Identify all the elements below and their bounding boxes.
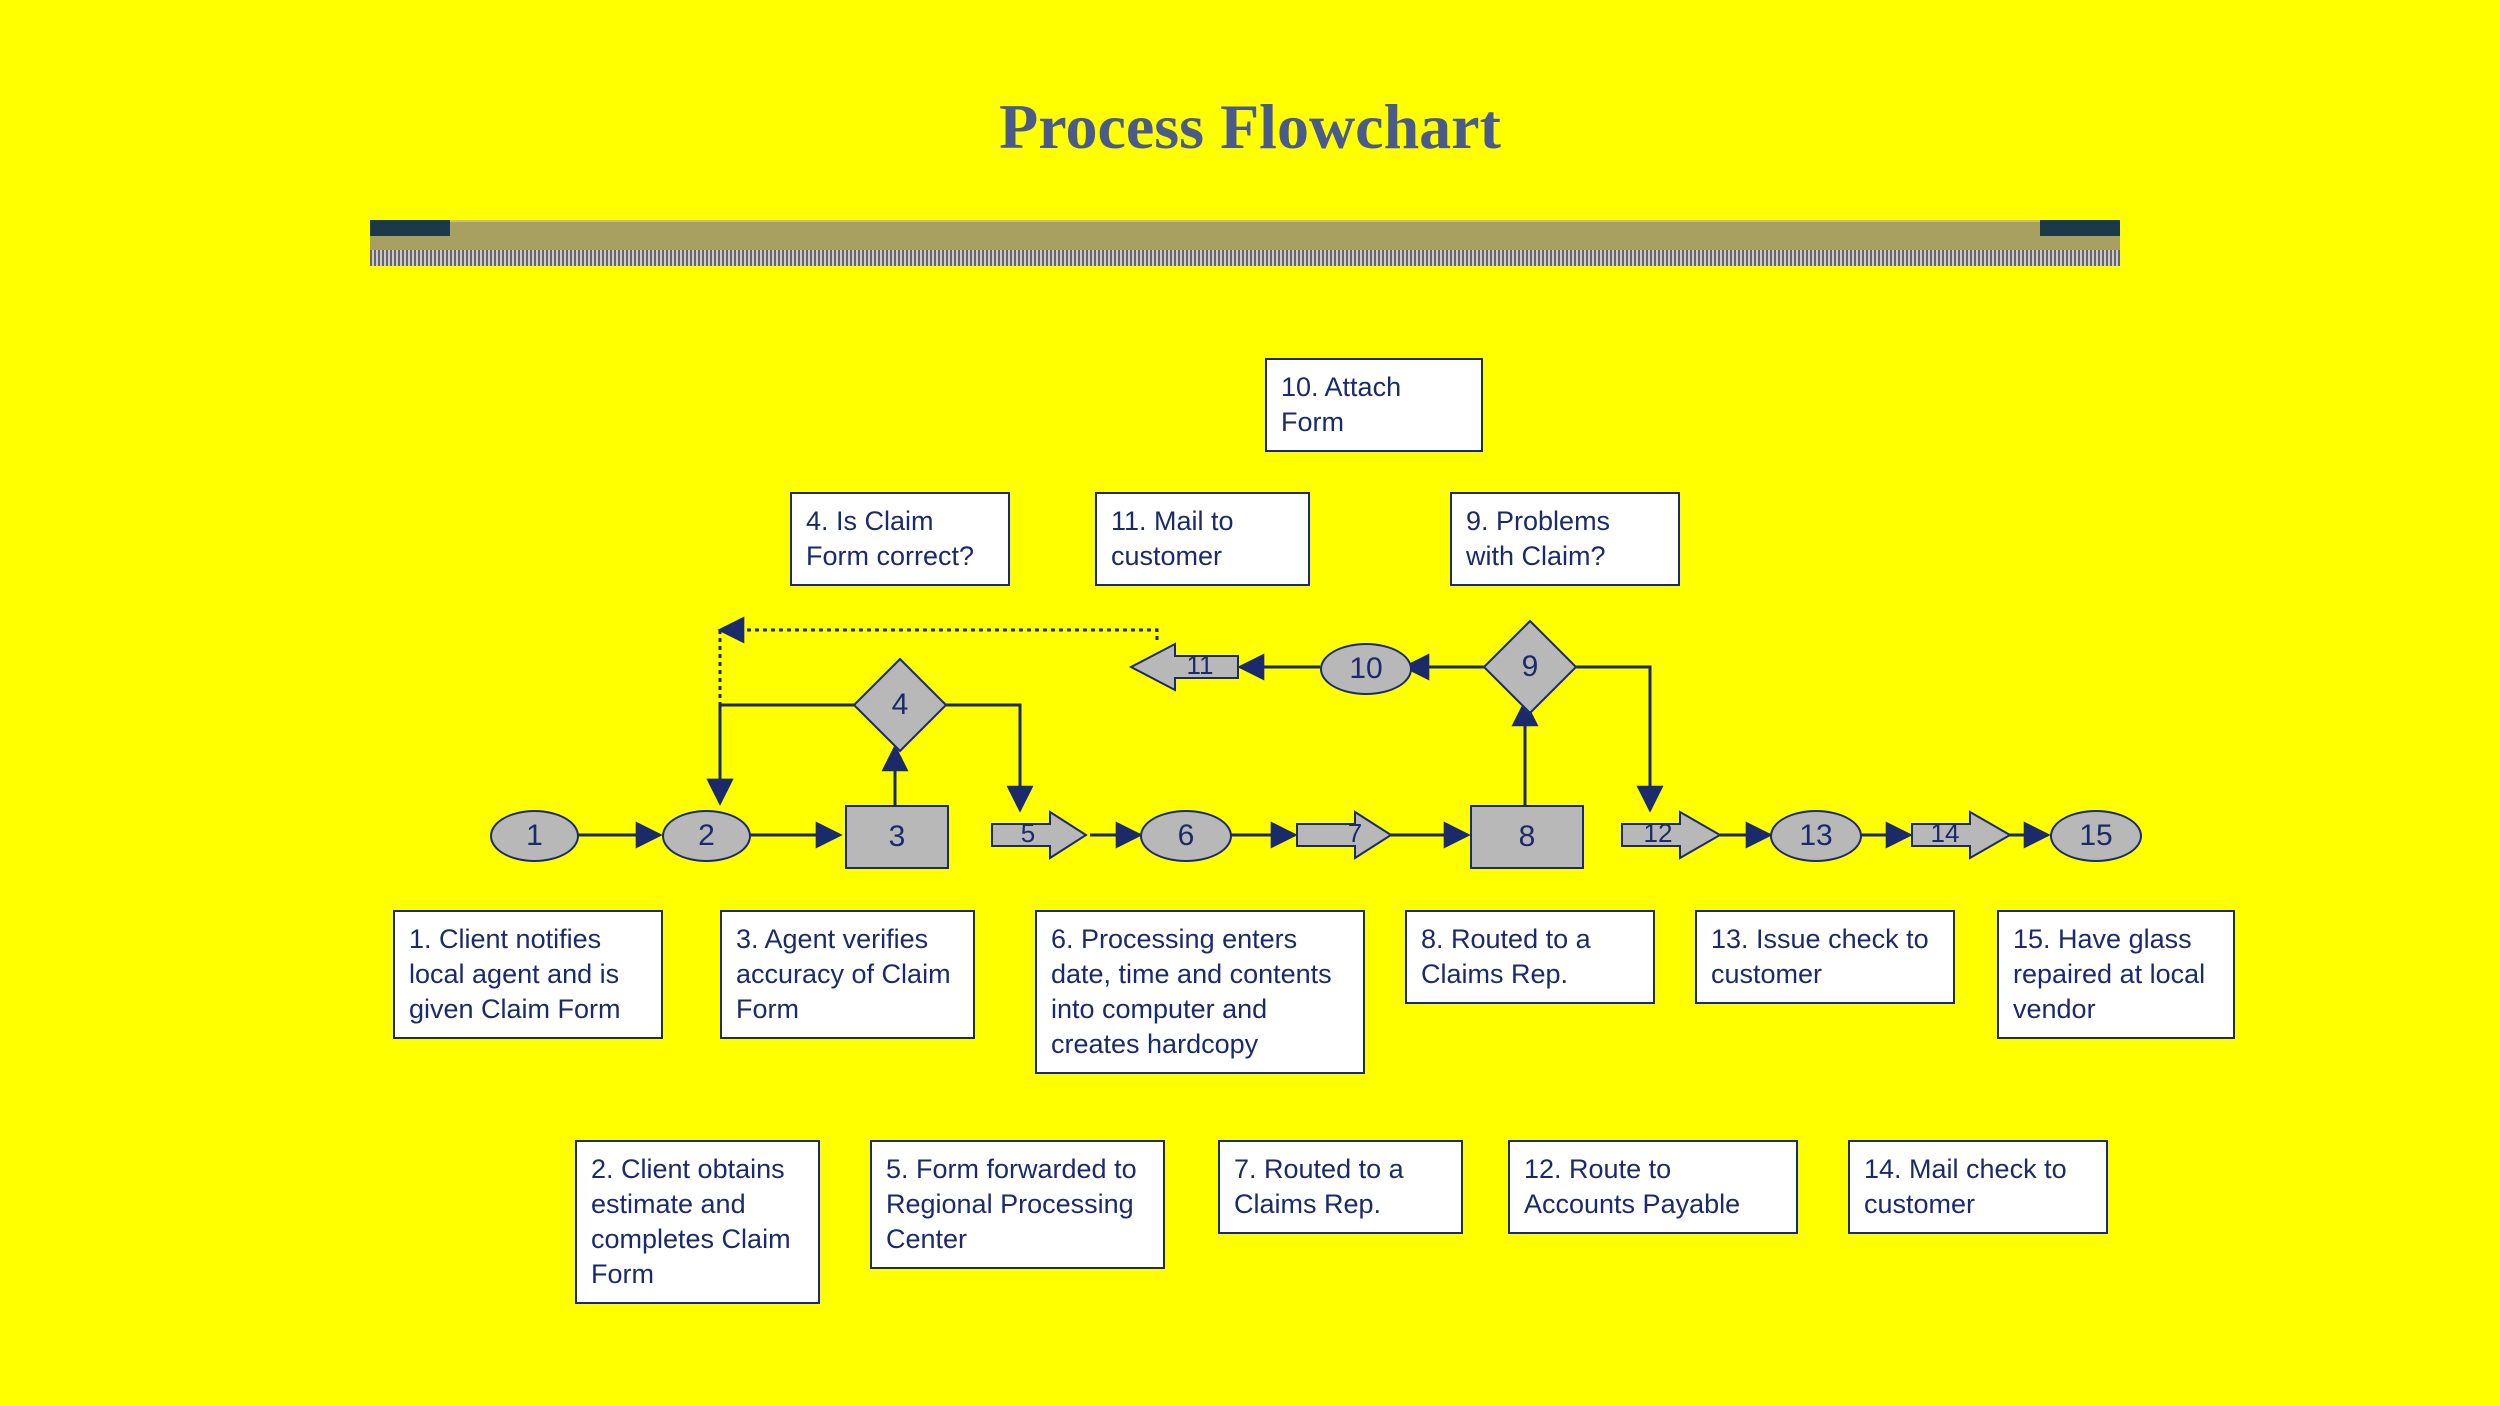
svg-text:14: 14: [1931, 818, 1960, 848]
node-12: 12: [1620, 808, 1725, 862]
svg-text:11: 11: [1187, 650, 1214, 680]
label-10: 10. Attach Form: [1265, 358, 1483, 452]
node-10: 10: [1320, 643, 1412, 695]
label-14: 14. Mail check to customer: [1848, 1140, 2108, 1234]
label-4: 4. Is Claim Form correct?: [790, 492, 1010, 586]
node-9: 9: [1485, 622, 1575, 712]
svg-text:5: 5: [1021, 818, 1035, 848]
node-14: 14: [1910, 808, 2015, 862]
node-6: 6: [1140, 810, 1232, 862]
label-7: 7. Routed to a Claims Rep.: [1218, 1140, 1463, 1234]
node-5: 5: [990, 808, 1090, 862]
label-9: 9. Problems with Claim?: [1450, 492, 1680, 586]
label-12: 12. Route to Accounts Payable: [1508, 1140, 1798, 1234]
label-11: 11. Mail to customer: [1095, 492, 1310, 586]
label-1: 1. Client notifies local agent and is gi…: [393, 910, 663, 1039]
label-5: 5. Form forwarded to Regional Processing…: [870, 1140, 1165, 1269]
node-3: 3: [845, 805, 949, 869]
label-6: 6. Processing enters date, time and cont…: [1035, 910, 1365, 1074]
node-4: 4: [855, 660, 945, 750]
flowchart: 1 2 3 4 5 6 7 8 9 10 11 12 13: [0, 0, 2500, 1406]
svg-text:12: 12: [1644, 818, 1673, 848]
svg-text:7: 7: [1348, 818, 1362, 848]
label-2: 2. Client obtains estimate and completes…: [575, 1140, 820, 1304]
node-1: 1: [490, 810, 579, 862]
label-8: 8. Routed to a Claims Rep.: [1405, 910, 1655, 1004]
label-13: 13. Issue check to customer: [1695, 910, 1955, 1004]
node-11: 11: [1125, 640, 1240, 694]
node-8: 8: [1470, 805, 1584, 869]
label-15: 15. Have glass repaired at local vendor: [1997, 910, 2235, 1039]
node-15: 15: [2050, 810, 2142, 862]
node-2: 2: [662, 810, 751, 862]
node-7: 7: [1295, 808, 1395, 862]
label-3: 3. Agent verifies accuracy of Claim Form: [720, 910, 975, 1039]
node-13: 13: [1770, 810, 1862, 862]
